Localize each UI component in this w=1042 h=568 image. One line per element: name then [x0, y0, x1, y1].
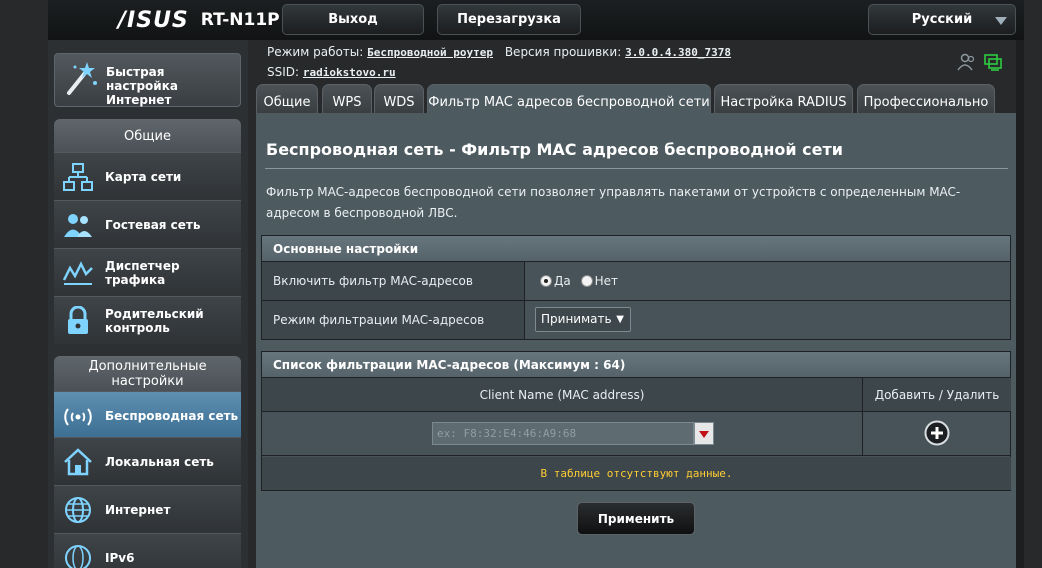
sidebar-item-lan[interactable]: Локальная сеть	[54, 437, 241, 485]
add-cell	[862, 412, 1011, 456]
firmware-link[interactable]: 3.0.0.4.380_7378	[625, 46, 731, 59]
enable-no-radio[interactable]	[580, 274, 593, 287]
quick-setup-label: Быстрая настройка Интернет	[106, 65, 178, 107]
wifi-icon	[64, 408, 92, 426]
ipv6-icon	[65, 545, 91, 568]
sidebar-item-wireless[interactable]: Беспроводная сеть	[54, 391, 241, 439]
clients-icon[interactable]	[957, 52, 977, 72]
mac-list-table: Client Name (MAC address) Добавить / Уда…	[261, 378, 1011, 491]
apply-button[interactable]: Применить	[577, 502, 695, 535]
guest-network-icon	[64, 214, 92, 237]
chevron-down-icon	[995, 17, 1007, 25]
column-header-add-delete: Добавить / Удалить	[862, 378, 1011, 412]
operation-mode-label: Режим работы:	[267, 45, 364, 59]
tab-wds[interactable]: WDS	[374, 84, 424, 115]
filter-mode-cell: Принимать ▼	[524, 301, 1010, 339]
general-menu-header: Общие	[54, 119, 241, 153]
sidebar-item-label: Карта сети	[105, 169, 182, 184]
tab-wps[interactable]: WPS	[322, 84, 372, 115]
operation-mode-link[interactable]: Беспроводной роутер	[367, 46, 493, 59]
right-border	[1016, 40, 1024, 568]
parental-lock-icon	[68, 306, 88, 334]
basic-settings-header: Основные настройки	[261, 235, 1011, 262]
sidebar-item-ipv6[interactable]: IPv6	[54, 533, 241, 568]
language-value: Русский	[911, 12, 973, 27]
tab-professional[interactable]: Профессионально	[857, 84, 995, 115]
sidebar-item-label: Беспроводная сеть	[105, 408, 239, 423]
tab-general[interactable]: Общие	[256, 84, 318, 115]
sidebar-item-label: IPv6	[105, 550, 135, 565]
mac-input-row: ex: F8:32:E4:46:A9:68	[262, 412, 1011, 456]
sidebar: Быстрая настройка Интернет Общие Карта с…	[48, 40, 248, 568]
add-circle-icon[interactable]	[924, 420, 950, 446]
magic-wand-icon	[67, 62, 97, 95]
enable-filter-radios: Да Нет	[540, 273, 624, 288]
sidebar-item-label: Гостевая сеть	[105, 217, 201, 232]
sidebar-item-label: Интернет	[105, 502, 171, 517]
enable-yes-label: Да	[554, 273, 571, 288]
filter-mode-row: Режим фильтрации MAC-адресов Принимать ▼	[261, 301, 1011, 340]
reboot-button[interactable]: Перезагрузка	[437, 4, 581, 35]
enable-yes-radio[interactable]	[540, 274, 552, 287]
firmware-label: Версия прошивки:	[504, 45, 622, 59]
sidebar-item-traffic-manager[interactable]: Диспетчер трафика	[54, 248, 241, 296]
empty-table-message: В таблице отсутствуют данные.	[262, 457, 1011, 490]
brand-logo: /ISUS	[118, 7, 189, 33]
logout-button[interactable]: Выход	[282, 4, 424, 35]
filter-mode-value: Принимать	[541, 312, 612, 326]
column-header-client-name: Client Name (MAC address)	[262, 378, 862, 412]
status-icons	[957, 52, 1003, 72]
filter-mode-label: Режим фильтрации MAC-адресов	[273, 313, 485, 327]
advanced-menu-header: Дополнительные настройки	[54, 356, 241, 392]
sidebar-item-label: Родительский контроль	[105, 306, 204, 335]
caret-down-icon: ▼	[616, 314, 624, 325]
router-model: RT-N11P	[200, 10, 280, 30]
enable-filter-row: Включить фильтр MAC-адресов Да Нет	[261, 262, 1011, 301]
tab-radius[interactable]: Настройка RADIUS	[714, 84, 853, 115]
sidebar-item-label: Локальная сеть	[105, 454, 214, 469]
filter-mode-select[interactable]: Принимать ▼	[535, 307, 631, 332]
page-title: Беспроводная сеть - Фильтр MAC адресов б…	[266, 140, 843, 159]
client-dropdown-button[interactable]	[694, 422, 714, 445]
main-panel: Беспроводная сеть - Фильтр MAC адресов б…	[256, 113, 1016, 568]
enable-no-label: Нет	[594, 273, 618, 288]
sidebar-item-guest-network[interactable]: Гостевая сеть	[54, 200, 241, 248]
globe-icon	[65, 497, 91, 523]
title-divider	[265, 168, 1008, 169]
sidebar-item-internet[interactable]: Интернет	[54, 485, 241, 533]
enable-filter-label: Включить фильтр MAC-адресов	[273, 274, 473, 288]
enable-filter-cell: Да Нет	[524, 262, 1010, 300]
network-map-icon	[63, 163, 93, 191]
mac-list-header: Список фильтрации MAC-адресов (Максимум …	[261, 351, 1011, 378]
connection-status-icon[interactable]	[983, 52, 1003, 72]
sidebar-item-parental-control[interactable]: Родительский контроль	[54, 296, 241, 344]
quick-setup-button[interactable]: Быстрая настройка Интернет	[54, 53, 241, 107]
home-icon	[64, 448, 92, 476]
language-select[interactable]: Русский	[868, 4, 1016, 35]
sidebar-item-network-map[interactable]: Карта сети	[54, 152, 241, 200]
traffic-manager-icon	[62, 261, 93, 285]
page-description: Фильтр MAC-адресов беспроводной сети поз…	[266, 185, 961, 220]
asus-logo: /ISUS RT-N11P	[118, 7, 280, 33]
tab-mac-filter[interactable]: Фильтр MAC адресов беспроводной сети	[427, 84, 711, 115]
ssid-label: SSID:	[267, 65, 300, 79]
ssid-link[interactable]: radiokstovo.ru	[303, 66, 396, 79]
mac-address-input[interactable]: ex: F8:32:E4:46:A9:68	[432, 422, 694, 445]
sidebar-item-label: Диспетчер трафика	[105, 258, 180, 287]
status-bar: Режим работы: Беспроводной роутер Версия…	[267, 42, 731, 82]
